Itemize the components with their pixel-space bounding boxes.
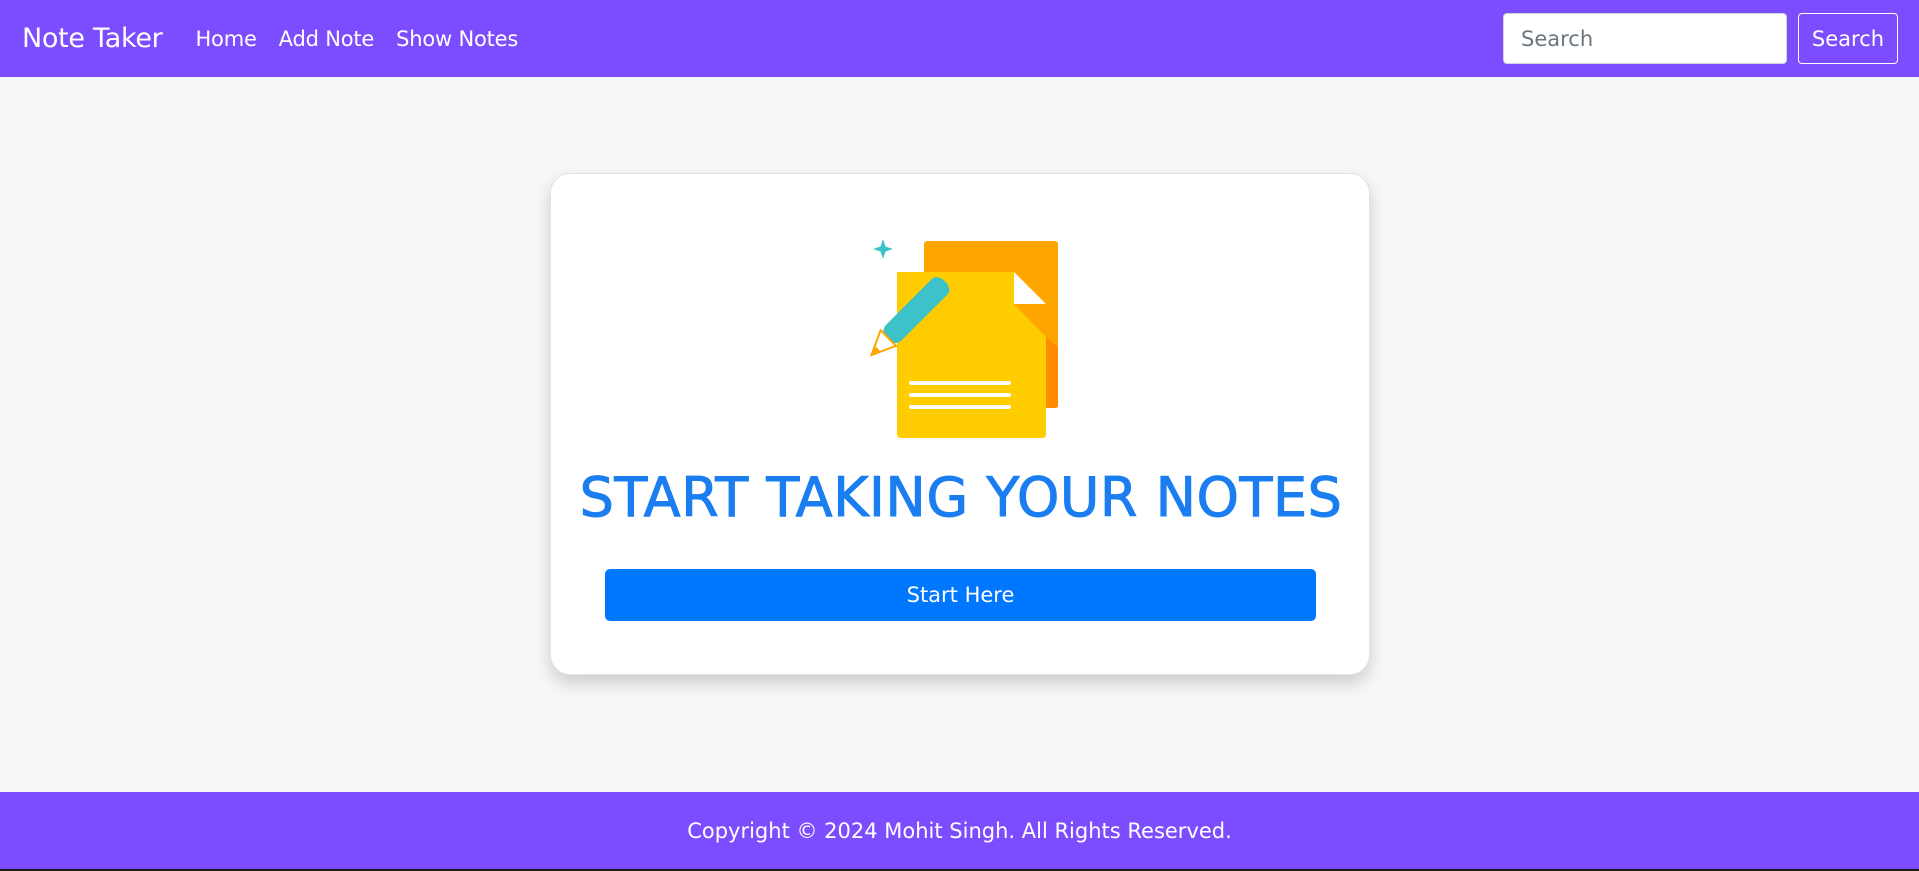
nav-add-note-link[interactable]: Add Note: [279, 27, 375, 51]
nav-show-notes-link[interactable]: Show Notes: [396, 27, 518, 51]
search-form: Search: [1503, 13, 1898, 64]
hero-headline: START TAKING YOUR NOTES: [579, 466, 1343, 530]
nav-links: Home Add Note Show Notes: [195, 27, 540, 51]
hero-card: START TAKING YOUR NOTES Start Here: [550, 173, 1370, 675]
notes-icon: [861, 229, 1061, 439]
footer: Copyright © 2024 Mohit Singh. All Rights…: [0, 792, 1919, 869]
navbar: Note Taker Home Add Note Show Notes Sear…: [0, 0, 1919, 77]
search-input[interactable]: [1503, 13, 1787, 64]
footer-copyright: Copyright © 2024 Mohit Singh. All Rights…: [687, 818, 1232, 843]
brand-link[interactable]: Note Taker: [22, 23, 163, 54]
start-here-button[interactable]: Start Here: [605, 569, 1316, 621]
search-button[interactable]: Search: [1798, 13, 1898, 64]
nav-home-link[interactable]: Home: [195, 27, 256, 51]
